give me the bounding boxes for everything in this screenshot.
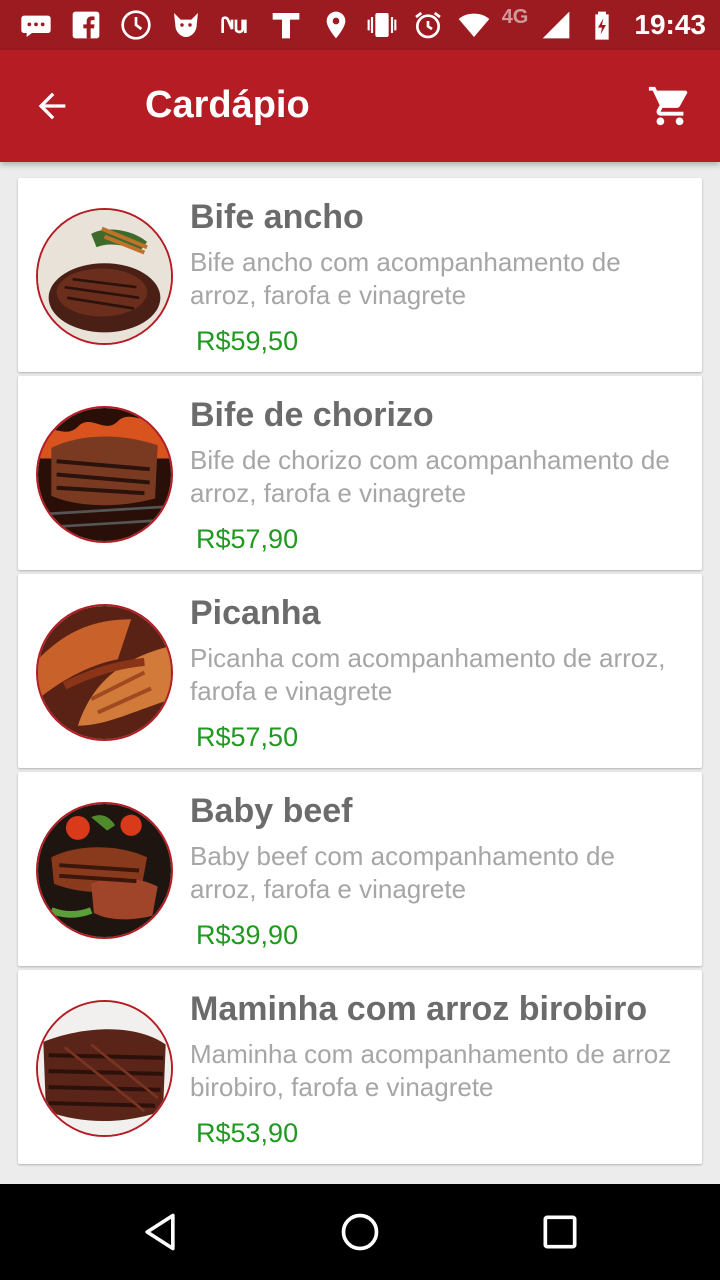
cart-button[interactable]	[642, 78, 698, 134]
alarm-icon	[410, 7, 446, 43]
dish-description: Bife de chorizo com acompanhamento de ar…	[190, 445, 670, 508]
shopping-cart-icon	[648, 86, 688, 126]
status-bar: 4G 19:43	[0, 0, 720, 50]
vibrate-icon	[364, 7, 400, 43]
app-bar: Cardápio	[0, 50, 720, 162]
dish-photo	[36, 802, 173, 939]
back-button[interactable]	[24, 78, 80, 134]
location-icon	[318, 7, 354, 43]
menu-item-card[interactable]: Maminha com arroz birobiro Maminha com a…	[18, 970, 702, 1164]
recents-square-icon	[543, 1215, 577, 1249]
dish-description: Bife ancho com acompanhamento de arroz, …	[190, 247, 621, 310]
menu-item-card[interactable]: Baby beef Baby beef com acompanhamento d…	[18, 772, 702, 966]
dish-photo	[36, 406, 173, 543]
menu-list: Bife ancho Bife ancho com acompanhamento…	[18, 178, 702, 1168]
dish-name: Maminha com arroz birobiro	[190, 990, 648, 1028]
system-icons: 4G 19:43	[318, 5, 706, 43]
battery-charging-icon	[584, 7, 620, 43]
menu-item-card[interactable]: Bife de chorizo Bife de chorizo com acom…	[18, 376, 702, 570]
dish-photo	[36, 604, 173, 741]
back-triangle-icon	[145, 1213, 175, 1251]
message-icon	[18, 7, 54, 43]
clock-app-icon	[118, 7, 154, 43]
nav-recents-button[interactable]	[536, 1208, 584, 1256]
notification-icons	[18, 7, 304, 43]
dish-name: Bife ancho	[190, 198, 364, 236]
facebook-icon	[68, 7, 104, 43]
dish-description: Baby beef com acompanhamento de arroz, f…	[190, 841, 615, 904]
dish-description: Picanha com acompanhamento de arroz, far…	[190, 643, 666, 706]
system-nav-bar	[0, 1184, 720, 1280]
dish-photo	[36, 208, 173, 345]
signal-icon	[538, 7, 574, 43]
menu-item-card[interactable]: Picanha Picanha com acompanhamento de ar…	[18, 574, 702, 768]
home-circle-icon	[341, 1213, 379, 1251]
nav-home-button[interactable]	[336, 1208, 384, 1256]
arrow-back-icon	[38, 92, 66, 120]
dish-name: Bife de chorizo	[190, 396, 434, 434]
dish-price: R$59,50	[196, 326, 299, 356]
nav-back-button[interactable]	[136, 1208, 184, 1256]
dish-price: R$53,90	[196, 1118, 299, 1148]
nu-app-icon	[218, 7, 254, 43]
clock-time: 19:43	[634, 9, 706, 40]
dish-description: Maminha com acompanhamento de arroz biro…	[190, 1039, 672, 1102]
dish-price: R$57,90	[196, 524, 299, 554]
wifi-icon	[456, 7, 492, 43]
dish-photo	[36, 1000, 173, 1137]
dish-name: Picanha	[190, 594, 321, 632]
network-type: 4G	[501, 5, 529, 28]
dish-price: R$39,90	[196, 920, 299, 950]
menu-item-card[interactable]: Bife ancho Bife ancho com acompanhamento…	[18, 178, 702, 372]
fox-app-icon	[168, 7, 204, 43]
t-app-icon	[268, 7, 304, 43]
dish-price: R$57,50	[196, 722, 299, 752]
page-title: Cardápio	[145, 84, 310, 126]
dish-name: Baby beef	[190, 792, 353, 830]
